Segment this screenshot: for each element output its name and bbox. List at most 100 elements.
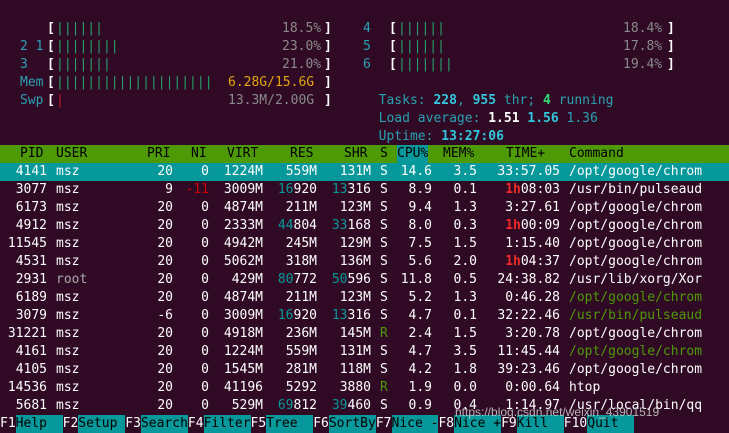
cpu-meter-1-bar: |||||| (56, 21, 103, 36)
process-row[interactable]: 3079 msz -6 0 3009M 16920 13316 S 4.7 0.1 32:22.46… (0, 307, 729, 325)
cpu-meter-2-bar: |||||||| (56, 39, 119, 54)
cell-ni: 0 (201, 344, 209, 359)
col-cpu[interactable]: CPU% (397, 145, 429, 163)
fkey-f8[interactable]: F8 (438, 415, 454, 433)
cell-ni: 0 (201, 254, 209, 269)
load-5: 1.56 (527, 111, 559, 126)
fkey-label-f7[interactable]: Nice - (391, 415, 439, 433)
cell-pri: 20 (157, 218, 173, 233)
process-row[interactable]: 6189 msz 20 0 4874M 211M 123M S 5.2 1.3 0:46.28/op… (0, 289, 729, 307)
cell-user: msz (56, 254, 80, 269)
cell-res: 318M (285, 254, 317, 269)
process-row[interactable]: 4105 msz 20 0 1545M 281M 118M S 4.2 1.8 39:23.46/o… (0, 361, 729, 379)
process-row[interactable]: 4531 msz 20 0 5062M 318M 136M S 5.6 2.0 1h04:37/op… (0, 253, 729, 271)
cell-res: 80772 (277, 272, 317, 287)
cell-mem: 0.3 (453, 218, 477, 233)
cpu-meter-6-pct: 19.4% (623, 57, 663, 72)
fkey-label-f1[interactable]: Help (15, 415, 63, 433)
col-mem[interactable]: MEM% (443, 145, 474, 163)
col-user[interactable]: USER (56, 145, 87, 163)
cell-virt: 4874M (223, 200, 263, 215)
cell-ni: 0 (201, 200, 209, 215)
cell-time: 1h08:03 (505, 182, 560, 197)
cell-pid: 6189 (15, 290, 47, 305)
cell-pid: 14536 (7, 380, 47, 395)
cell-pri: 20 (157, 362, 173, 377)
col-pri[interactable]: PRI (147, 145, 170, 163)
fkey-f1[interactable]: F1 (0, 415, 16, 433)
fkey-label-f5[interactable]: Tree (266, 415, 314, 433)
cell-pri: 20 (157, 272, 173, 287)
fkey-f4[interactable]: F4 (188, 415, 204, 433)
cell-pid: 3079 (15, 308, 47, 323)
swp-close: ] (324, 93, 332, 108)
col-virt[interactable]: VIRT (227, 145, 258, 163)
swp-value: 13.3M/2.00G (228, 93, 315, 108)
col-res[interactable]: RES (290, 145, 313, 163)
cell-res: 69812 (277, 398, 317, 413)
process-row[interactable]: 6173 msz 20 0 4874M 211M 123M S 9.4 1.3 3:27.61/op… (0, 199, 729, 217)
cell-time: 3:27.61 (505, 200, 560, 215)
cell-virt: 4918M (223, 326, 263, 341)
cpu-id: 5 (363, 39, 371, 54)
cell-s: S (380, 290, 388, 305)
cell-pid: 4531 (15, 254, 47, 269)
process-row[interactable]: 14536 msz 20 0 41196 5292 3880 R 1.9 0.0 0:00.64 ht… (0, 379, 729, 397)
cell-pid: 4912 (15, 218, 47, 233)
fkey-label-f4[interactable]: Filter (203, 415, 251, 433)
process-row[interactable]: 3077 msz 9 -11 3009M 16920 13316 S 8.9 0.1 1h08:03… (0, 181, 729, 199)
fkey-label-f3[interactable]: Search (140, 415, 188, 433)
fkey-label-f6[interactable]: SortBy (328, 415, 376, 433)
fkey-label-f2[interactable]: Setup (78, 415, 126, 433)
process-row[interactable]: 2931 root 20 0 429M 80772 50596 S 11.8 0.5 24:38.8… (0, 271, 729, 289)
cell-pri: 20 (157, 380, 173, 395)
cell-mem: 1.5 (453, 326, 477, 341)
fkey-f5[interactable]: F5 (251, 415, 267, 433)
cell-virt: 429M (231, 272, 263, 287)
cell-pid: 6173 (15, 200, 47, 215)
cell-time: 32:22.46 (497, 308, 560, 323)
cell-user: msz (56, 326, 80, 341)
cpu-meter-6-close: ] (667, 57, 675, 72)
cell-ni: -11 (185, 182, 209, 197)
cell-virt: 1545M (223, 362, 263, 377)
cell-cmd: /opt/google/chrom (569, 164, 703, 179)
cell-virt: 1224M (223, 344, 263, 359)
cpu-id: 2 (20, 39, 28, 54)
cell-time: 33:57.05 (497, 164, 560, 179)
col-ni[interactable]: NI (191, 145, 207, 163)
cell-mem: 1.5 (453, 236, 477, 251)
cell-res: 281M (285, 362, 317, 377)
cell-cpu: 2.4 (408, 326, 432, 341)
cell-cmd: /opt/google/chrom (569, 344, 703, 359)
process-row[interactable]: 31221 msz 20 0 4918M 236M 145M R 2.4 1.5 3:20.78/o… (0, 325, 729, 343)
cell-cpu: 4.7 (408, 308, 432, 323)
cpu-meter-4-pct: 18.4% (623, 21, 663, 36)
col-s[interactable]: S (380, 145, 388, 163)
cpu-meter-4-close: ] (667, 21, 675, 36)
cell-user: msz (56, 182, 80, 197)
cell-time: 3:20.78 (505, 326, 560, 341)
col-time[interactable]: TIME+ (506, 145, 545, 163)
process-row[interactable]: 11545 msz 20 0 4942M 245M 129M S 7.5 1.5 1:15.40/o… (0, 235, 729, 253)
cell-res: 211M (285, 200, 317, 215)
col-pid[interactable]: PID (20, 145, 43, 163)
cell-virt: 529M (231, 398, 263, 413)
mem-bar: |||||||||||||||||||| (56, 75, 213, 90)
cell-ni: 0 (201, 218, 209, 233)
col-command[interactable]: Command (569, 145, 624, 163)
cell-virt: 1224M (223, 164, 263, 179)
cell-cpu: 11.8 (400, 272, 432, 287)
col-shr[interactable]: SHR (344, 145, 367, 163)
fkey-f6[interactable]: F6 (313, 415, 329, 433)
cpu-meter-5-open: [ (389, 39, 397, 54)
cell-time: 11:45.44 (497, 344, 560, 359)
process-row[interactable]: 4912 msz 20 0 2333M 44804 33168 S 8.0 0.3 1h00:09 /… (0, 217, 729, 235)
process-row[interactable]: 4141 msz 20 0 1224M 559M 131M S 14.6 3.5 33:57.05 /… (0, 163, 729, 181)
fkey-f7[interactable]: F7 (376, 415, 392, 433)
process-row[interactable]: 4161 msz 20 0 1224M 559M 131M S 4.7 3.5 11:45.44/o… (0, 343, 729, 361)
cell-user: msz (56, 236, 80, 251)
cell-user: msz (56, 308, 80, 323)
fkey-f3[interactable]: F3 (125, 415, 141, 433)
fkey-f2[interactable]: F2 (63, 415, 79, 433)
